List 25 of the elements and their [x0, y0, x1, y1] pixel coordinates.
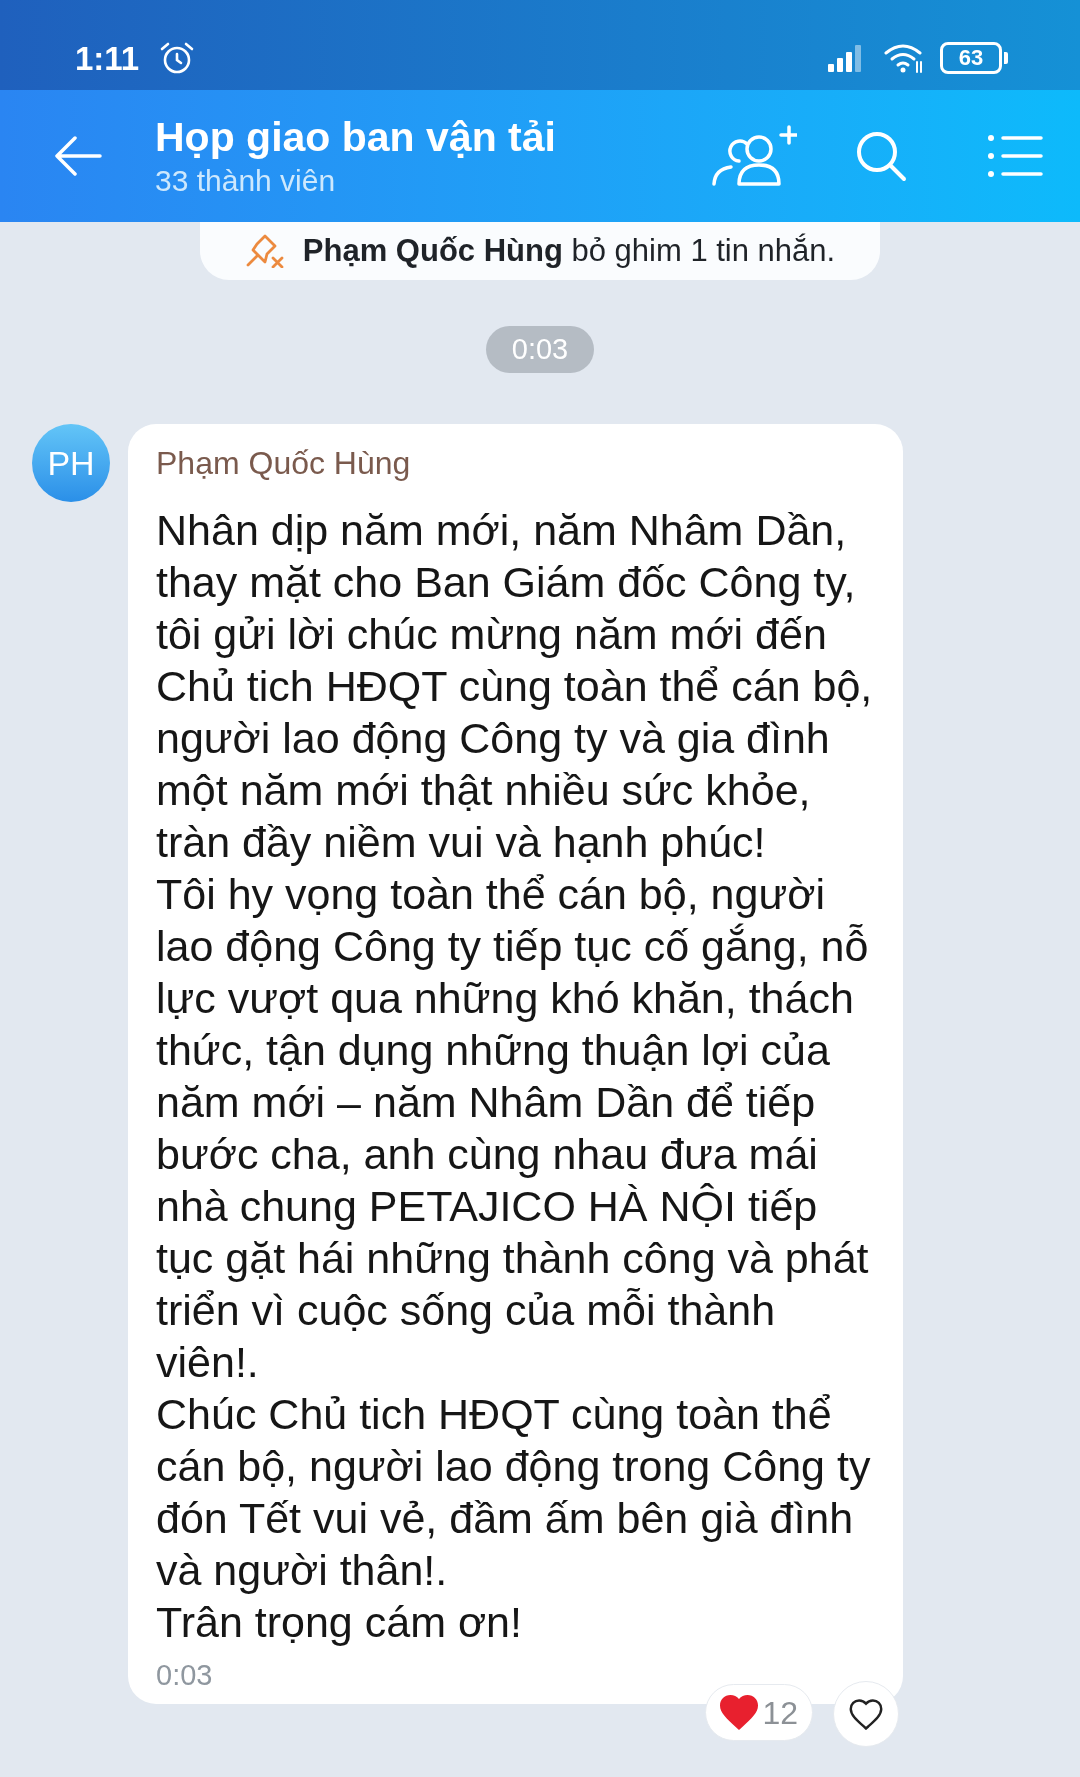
unpin-icon	[244, 234, 285, 268]
member-count: 33 thành viên	[155, 163, 337, 199]
alarm-clock-icon	[159, 41, 196, 75]
message-text: Chúc Chủ tich HĐQT cùng toàn thể cán bộ, người lao động trong Công ty đón Tết vui vẻ, đầm ấm bên già đình và người thân!.	[156, 1389, 872, 1596]
add-member-button[interactable]	[709, 125, 797, 187]
pinned-notice-text: Phạm Quốc Hùng bỏ ghim 1 tin nhắn.	[302, 232, 836, 270]
search-button[interactable]	[855, 130, 907, 182]
battery-indicator: 63	[940, 42, 1008, 74]
menu-icon	[987, 134, 1043, 178]
heart-icon	[720, 1695, 759, 1730]
search-icon	[855, 130, 907, 182]
menu-button[interactable]	[987, 134, 1043, 178]
sender-name: Phạm Quốc Hùng	[156, 444, 411, 482]
chat-title: Họp giao ban vận tải	[155, 113, 556, 162]
clock-time: 1:11	[75, 41, 140, 75]
message-time: 0:03	[156, 1658, 213, 1692]
message-text: Tôi hy vọng toàn thể cán bộ, người lao động Công ty tiếp tục cố gắng, nỗ lực vượt qua những khó khăn, thách thức, tận dụng những thuận lợi của năm mới – năm Nhâm Dần để tiếp bước cha, anh cùng nhau đưa mái nhà chung PETAJICO HÀ NỘI tiếp tục gặt hái những thành công và phát triển vì cuộc sống của mỗi thành viên!.	[156, 869, 870, 1388]
message-text: Trân trọng cám ơn!	[156, 1597, 523, 1648]
reaction-count: 12	[762, 1696, 798, 1729]
back-button[interactable]	[54, 136, 102, 176]
avatar[interactable]: PH	[32, 424, 110, 502]
message-text: Nhân dịp năm mới, năm Nhâm Dần, thay mặt cho Ban Giám đốc Công ty, tôi gửi lời chúc mừng năm mới đến Chủ tich HĐQT cùng toàn thể cán bộ, người lao động Công ty và gia đình một năm mới thật nhiều sức khỏe, tràn đầy niềm vui và hạnh phúc!	[156, 505, 874, 868]
reaction-pill[interactable]: 12	[705, 1684, 813, 1741]
people-plus-icon	[709, 125, 797, 187]
back-arrow-icon	[54, 136, 102, 176]
